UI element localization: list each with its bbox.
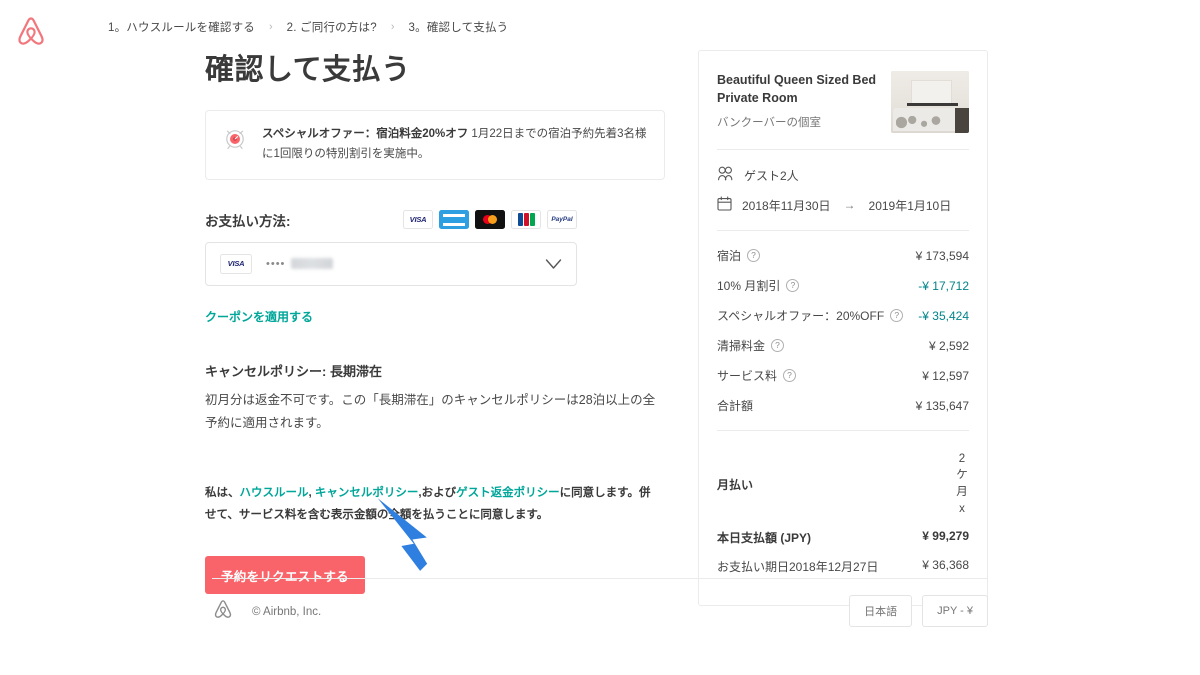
jcb-logo <box>511 210 541 229</box>
calendar-icon <box>717 196 732 214</box>
cancellation-policy-body: 初月分は返金不可です。この「長期滞在」のキャンセルポリシーは28泊以上の全予約に… <box>205 392 656 430</box>
price-value: ¥ 2,592 <box>928 338 969 353</box>
chevron-right-icon: › <box>390 21 395 33</box>
chevron-right-icon: › <box>269 21 273 33</box>
info-icon[interactable]: ? <box>786 279 800 292</box>
footer-copyright: © Airbnb, Inc. <box>252 605 322 618</box>
currency-selector-button[interactable]: JPY - ¥ <box>922 595 988 627</box>
price-row: サービス料? ¥ 12,597 <box>717 367 969 384</box>
due-later-row: お支払い期日2018年12月27日 ¥ 36,368 <box>717 558 969 575</box>
house-rules-link[interactable]: ハウスルール <box>240 487 309 499</box>
checkin-date: 2018年11月30日 <box>742 198 831 213</box>
page-title: 確認して支払う <box>205 54 411 86</box>
checkout-main-column: 確認して支払う スペシャルオファー：宿泊料金20%オフ 1月22日までの宿泊予約… <box>205 52 665 595</box>
special-offer-banner: スペシャルオファー：宿泊料金20%オフ 1月22日までの宿泊予約先着3名様に1回… <box>205 110 665 180</box>
price-row: 宿泊? ¥ 173,594 <box>717 247 969 264</box>
price-label: 清掃料金 <box>717 339 766 353</box>
paypal-logo: PayPal <box>547 210 577 229</box>
payment-card-select[interactable]: VISA •••• <box>205 241 577 286</box>
accepted-cards: VISA PayPal <box>403 210 577 229</box>
footer-divider <box>212 578 988 579</box>
price-row: 清掃料金? ¥ 2,592 <box>717 337 969 354</box>
info-icon[interactable]: ? <box>783 369 797 382</box>
guest-refund-policy-link[interactable]: ゲスト返金ポリシー <box>456 487 560 499</box>
due-today-row: 本日支払額 (JPY) ¥ 99,279 <box>717 529 969 546</box>
site-header: 1。ハウスルールを確認する › 2. ご同行の方は? › 3。確認して支払う <box>0 0 1200 56</box>
listing-subtitle: バンクーバーの個室 <box>717 117 821 130</box>
arrow-right-icon: → <box>843 198 856 212</box>
visa-logo: VISA <box>403 210 433 229</box>
info-icon[interactable]: ? <box>747 249 761 262</box>
card-number-redacted <box>291 258 334 269</box>
price-label: 宿泊 <box>717 249 742 263</box>
guests-icon <box>717 166 734 184</box>
listing-thumbnail <box>891 71 969 133</box>
cancellation-policy-link[interactable]: キャンセルポリシー <box>315 487 419 499</box>
price-value: ¥ 135,647 <box>915 398 969 413</box>
agreement-text: 私は、ハウスルール, キャンセルポリシー,およびゲスト返金ポリシーに同意します。… <box>205 483 657 527</box>
card-number-masked: •••• <box>266 257 334 270</box>
footer-right: 日本語 JPY - ¥ <box>849 595 988 627</box>
due-today-label: 本日支払額 (JPY) <box>717 531 812 545</box>
listing-header: Beautiful Queen Sized Bed Private Room バ… <box>717 71 969 133</box>
price-label: スペシャルオファー：20%OFF <box>717 309 885 323</box>
divider <box>717 430 969 431</box>
airbnb-footer-logo[interactable] <box>212 598 234 625</box>
listing-title: Beautiful Queen Sized Bed Private Room <box>717 73 877 106</box>
price-row: スペシャルオファー：20%OFF? -¥ 35,424 <box>717 307 969 324</box>
apply-coupon-link[interactable]: クーポンを適用する <box>205 308 313 325</box>
divider <box>717 230 969 231</box>
price-label: 合計額 <box>717 399 754 413</box>
visa-logo: VISA <box>220 253 252 274</box>
guests-label: ゲスト2人 <box>744 168 799 183</box>
special-offer-headline: スペシャルオファー：宿泊料金20%オフ <box>262 128 469 141</box>
language-selector-button[interactable]: 日本語 <box>849 595 913 627</box>
alarm-clock-icon <box>222 125 248 151</box>
price-label: サービス料 <box>717 369 778 383</box>
card-mask-dots: •••• <box>266 257 286 270</box>
request-booking-button[interactable]: 予約をリクエストする <box>205 556 365 595</box>
divider <box>717 149 969 150</box>
price-row: 10% 月割引? -¥ 17,712 <box>717 277 969 294</box>
breadcrumb-step-3: 3。確認して支払う <box>408 22 509 34</box>
breadcrumb-step-1[interactable]: 1。ハウスルールを確認する <box>108 19 255 35</box>
cancellation-policy-title: キャンセルポリシー: 長期滞在 <box>205 363 382 379</box>
agreement-part-3: ,および <box>418 486 457 499</box>
price-breakdown: 宿泊? ¥ 173,594 10% 月割引? -¥ 17,712 スペシャルオフ… <box>717 247 969 414</box>
airbnb-logo[interactable] <box>14 14 48 48</box>
guests-row: ゲスト2人 <box>717 166 969 184</box>
price-value: -¥ 35,424 <box>918 308 969 323</box>
price-value: -¥ 17,712 <box>918 278 969 293</box>
price-value: ¥ 173,594 <box>915 248 969 263</box>
dates-row: 2018年11月30日 → 2019年1月10日 <box>717 196 969 214</box>
payment-method-header: お支払い方法: VISA PayPal <box>205 210 577 230</box>
agreement-part-1: 私は、 <box>205 486 240 499</box>
breadcrumb: 1。ハウスルールを確認する › 2. ご同行の方は? › 3。確認して支払う <box>108 19 508 35</box>
amex-logo <box>439 210 469 229</box>
breadcrumb-step-2[interactable]: 2. ご同行の方は? <box>287 19 377 35</box>
due-today-value: ¥ 99,279 <box>922 529 969 543</box>
monthly-payment-row: 月払い 2ケ月x <box>717 447 969 521</box>
mastercard-logo <box>475 210 505 229</box>
monthly-payment-count: 2ケ月x <box>956 452 968 515</box>
price-value: ¥ 12,597 <box>922 368 969 383</box>
due-later-value: ¥ 36,368 <box>922 558 969 572</box>
price-row-total: 合計額 ¥ 135,647 <box>717 397 969 414</box>
due-later-label: お支払い期日2018年12月27日 <box>717 560 879 574</box>
checkout-date: 2019年1月10日 <box>868 198 952 213</box>
footer-left: © Airbnb, Inc. <box>212 598 321 625</box>
chevron-down-icon[interactable] <box>545 258 562 276</box>
info-icon[interactable]: ? <box>890 309 904 322</box>
special-offer-text: スペシャルオファー：宿泊料金20%オフ 1月22日までの宿泊予約先着3名様に1回… <box>262 124 648 164</box>
checkout-page: 1。ハウスルールを確認する › 2. ご同行の方は? › 3。確認して支払う 確… <box>0 0 1200 675</box>
price-label: 10% 月割引 <box>717 279 781 293</box>
monthly-payment-label: 月払い <box>717 477 754 492</box>
info-icon[interactable]: ? <box>771 339 785 352</box>
booking-summary-card: Beautiful Queen Sized Bed Private Room バ… <box>698 50 988 606</box>
payment-method-label: お支払い方法: <box>205 213 291 229</box>
